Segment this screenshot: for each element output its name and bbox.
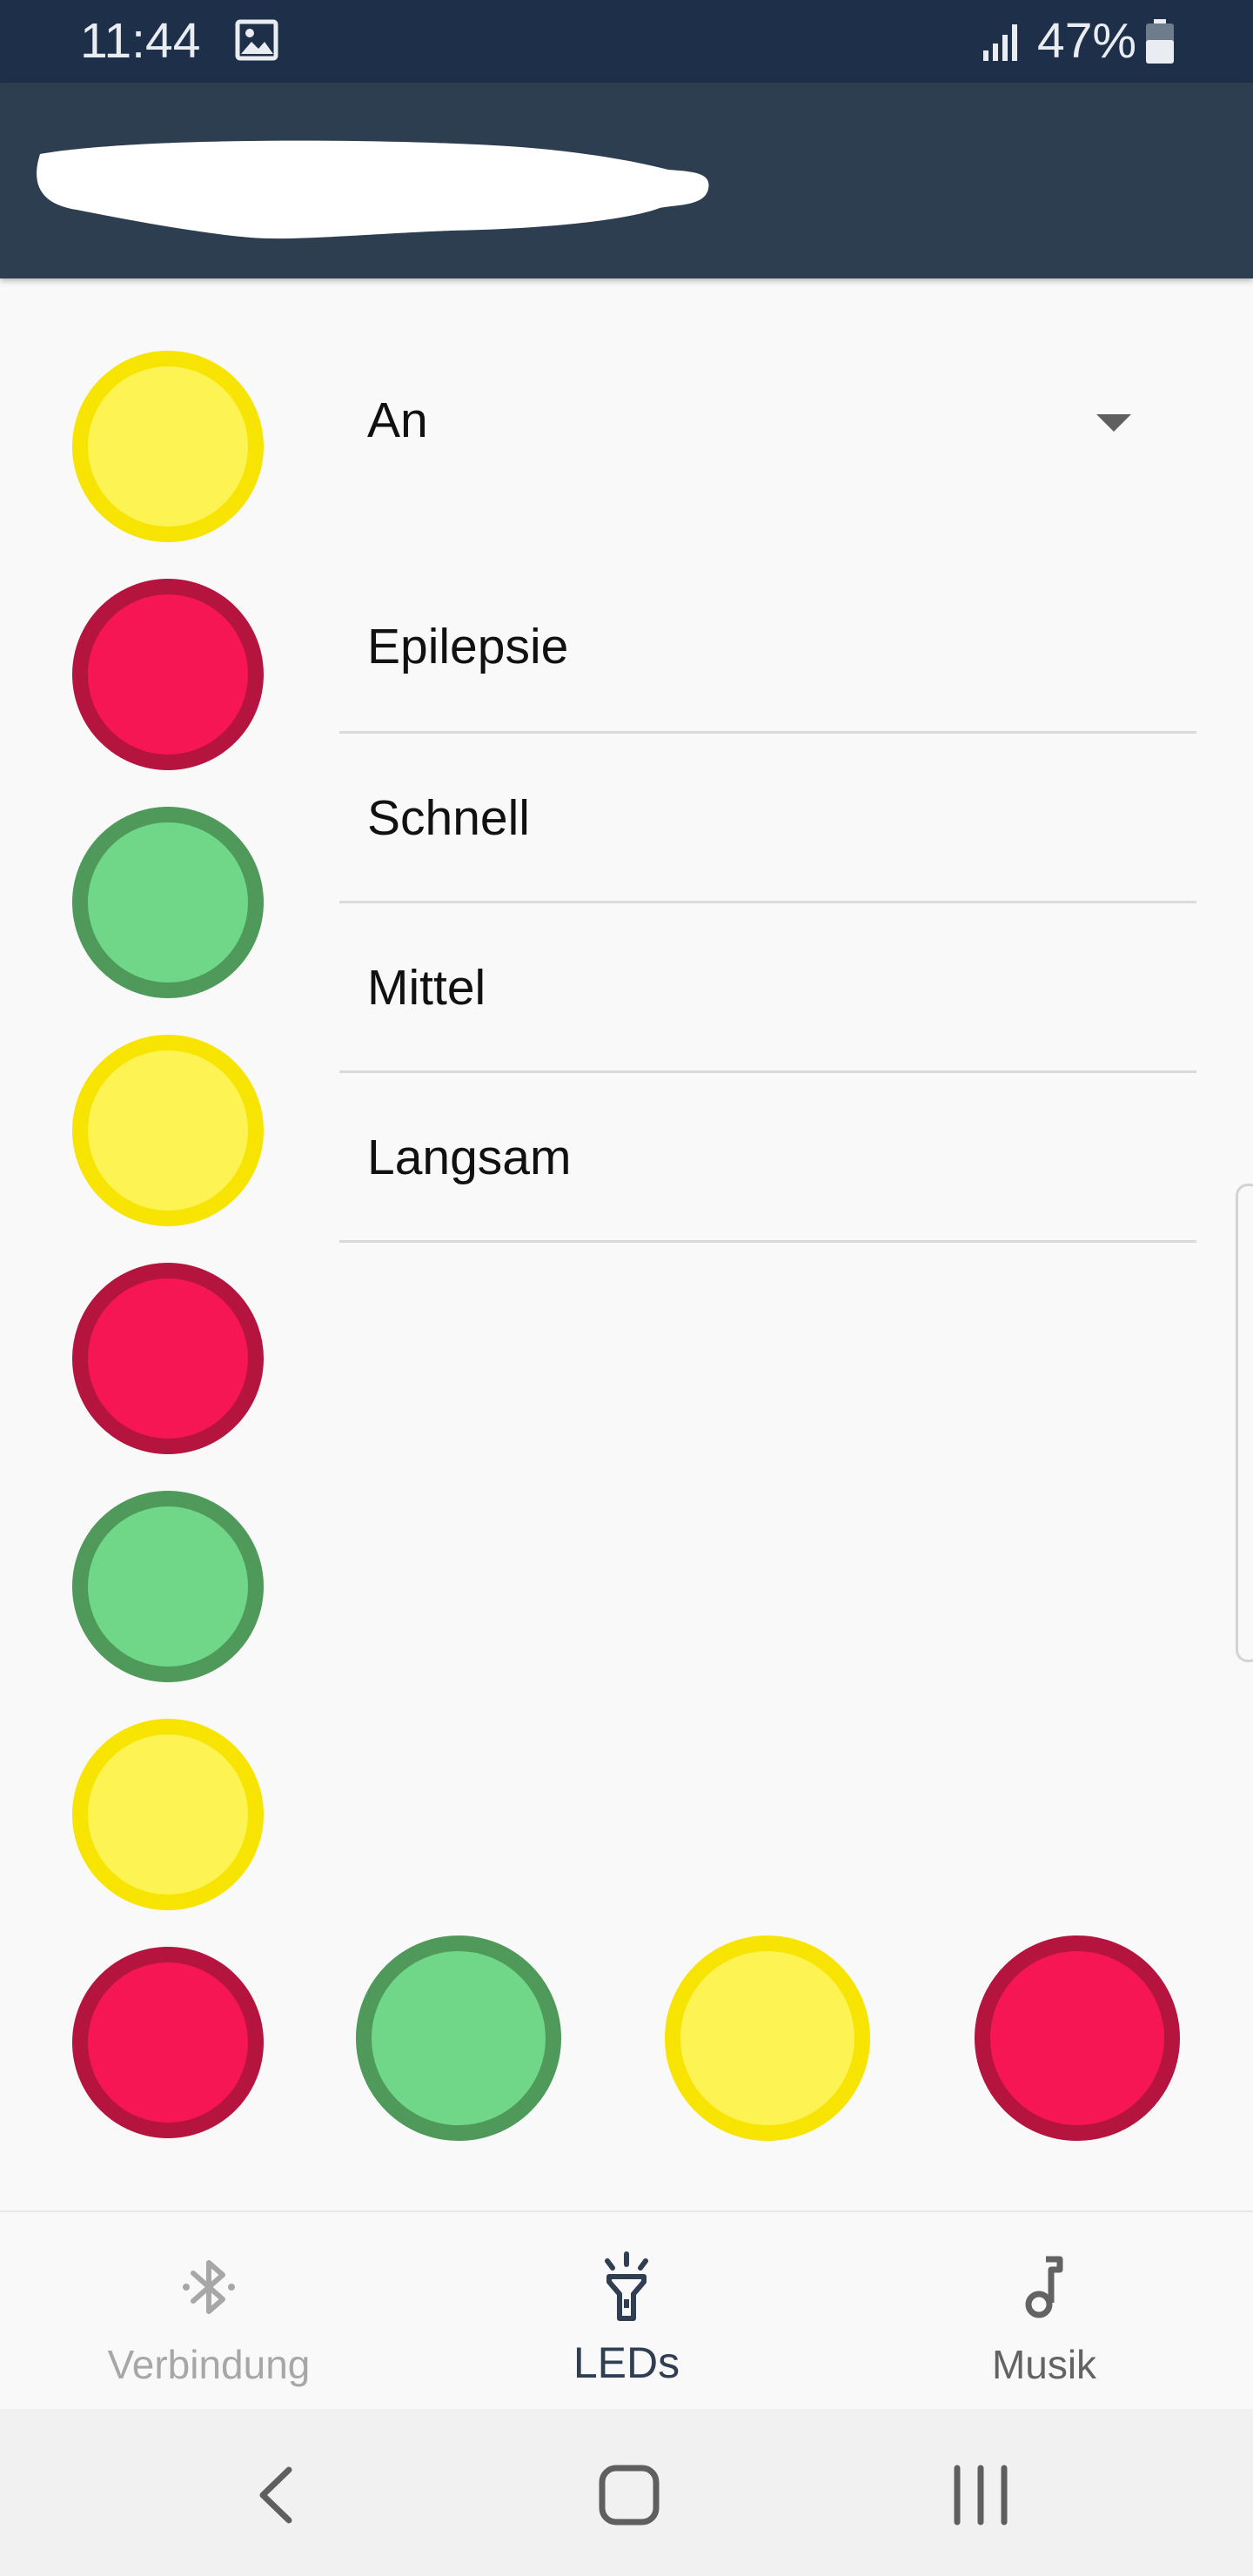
led-red[interactable] — [72, 1263, 264, 1454]
dropdown-arrow-icon[interactable] — [1095, 413, 1133, 433]
nav-label: Musik — [991, 2342, 1097, 2387]
dropdown-option-label: Schnell — [367, 790, 530, 846]
led-red[interactable] — [72, 1947, 264, 2138]
status-time: 11:44 — [80, 13, 201, 69]
led-red[interactable] — [975, 1935, 1180, 2141]
dropdown-option-label: Epilepsie — [367, 619, 569, 674]
led-yellow[interactable] — [72, 1719, 264, 1910]
led-green[interactable] — [356, 1935, 561, 2141]
image-icon — [235, 19, 278, 61]
recents-icon[interactable] — [941, 2456, 1020, 2534]
battery-icon — [1146, 19, 1174, 64]
nav-leds[interactable]: LEDs — [418, 2212, 835, 2411]
dropdown-option-label: Langsam — [367, 1130, 572, 1185]
dropdown-option-label: Mittel — [367, 960, 486, 1016]
dropdown-option-schnell[interactable]: Schnell — [339, 734, 1196, 903]
nav-verbindung[interactable]: Verbindung — [0, 2212, 418, 2411]
bottom-navigation: Verbindung LEDs Musik — [0, 2210, 1253, 2411]
led-green[interactable] — [72, 1491, 264, 1682]
led-green[interactable] — [72, 807, 264, 998]
back-icon[interactable] — [240, 2456, 318, 2534]
nav-label: LEDs — [573, 2338, 680, 2387]
dropdown-option-epilepsie[interactable]: Epilepsie — [339, 564, 1196, 734]
dropdown-option-mittel[interactable]: Mittel — [339, 903, 1196, 1073]
led-yellow[interactable] — [72, 1035, 264, 1226]
flashlight-icon — [605, 2251, 648, 2321]
app-bar — [0, 83, 1253, 278]
edge-panel-handle[interactable] — [1236, 1184, 1253, 1662]
led-red[interactable] — [72, 579, 264, 770]
music-note-icon — [1025, 2256, 1063, 2318]
nav-label: Verbindung — [107, 2342, 311, 2387]
led-yellow[interactable] — [72, 351, 264, 542]
redacted-title — [37, 140, 709, 239]
dropdown-option-langsam[interactable]: Langsam — [339, 1073, 1196, 1243]
status-bar: 11:44 47% — [0, 0, 1253, 83]
signal-icon — [983, 24, 1017, 61]
system-navigation-bar — [0, 2409, 1253, 2576]
battery-percentage: 47% — [1037, 13, 1137, 69]
bluetooth-icon — [183, 2260, 235, 2314]
mode-dropdown-selected[interactable]: An — [367, 392, 428, 449]
led-yellow[interactable] — [665, 1935, 870, 2141]
nav-musik[interactable]: Musik — [835, 2212, 1253, 2411]
home-icon[interactable] — [590, 2456, 668, 2534]
